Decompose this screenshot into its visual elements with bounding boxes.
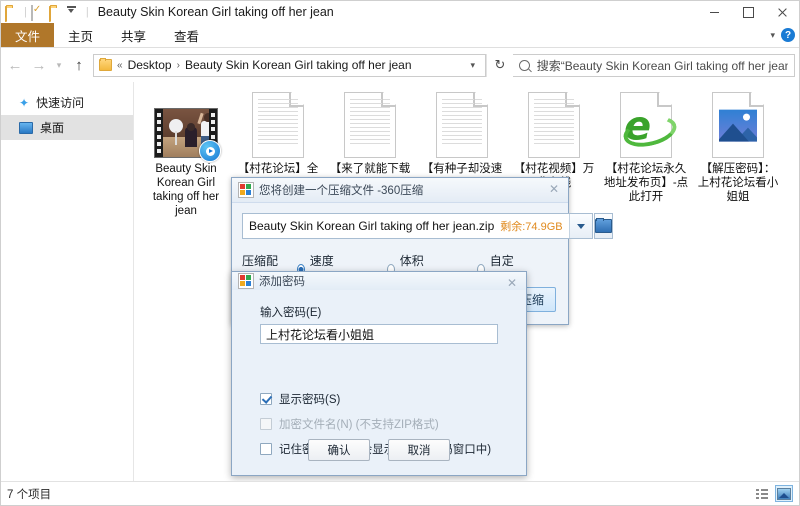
- internet-explorer-icon: e: [614, 92, 680, 158]
- navigation-pane: ✦ 快速访问 桌面: [1, 82, 134, 483]
- archive-path-dropdown[interactable]: [568, 214, 592, 238]
- file-explorer-window: | | Beauty Skin Korean Girl taking off h…: [0, 0, 800, 506]
- checkbox-label: 显示密码(S): [279, 394, 341, 406]
- details-view-button[interactable]: [753, 485, 771, 502]
- checkbox-show-password[interactable]: 显示密码(S): [260, 391, 498, 407]
- file-name: 【来了就能下载: [329, 163, 411, 175]
- maximize-button[interactable]: [731, 1, 765, 23]
- file-name: 【村花论坛永久地址发布页】-点此打开: [603, 163, 689, 203]
- tab-view[interactable]: 查看: [160, 23, 213, 47]
- tab-share[interactable]: 共享: [107, 23, 160, 47]
- ribbon-right-controls: ▾ ?: [770, 23, 795, 47]
- checkbox-encrypt-filenames: 加密文件名(N) (不支持ZIP格式): [260, 416, 498, 432]
- close-icon[interactable]: ✕: [547, 182, 561, 196]
- folder-icon: [594, 218, 612, 233]
- password-input[interactable]: 上村花论坛看小姐姐: [260, 324, 498, 344]
- add-password-dialog: 添加密码 ✕ 输入密码(E) 上村花论坛看小姐姐 显示密码(S) 加密文件名(N…: [231, 271, 527, 476]
- file-name: 【有种子却没速: [421, 163, 503, 175]
- archive-name-row: Beauty Skin Korean Girl taking off her j…: [242, 213, 593, 239]
- picture-icon: [706, 92, 770, 158]
- search-input[interactable]: 搜索“Beauty Skin Korean Girl taking off he…: [537, 57, 788, 74]
- ribbon-tabs: 文件 主页 共享 查看 ▾ ?: [1, 23, 799, 48]
- text-document-icon: [522, 92, 586, 158]
- sidebar-item-label: 桌面: [40, 121, 65, 135]
- star-icon: ✦: [19, 95, 30, 110]
- text-document-icon: [246, 92, 310, 158]
- address-bar-row: ← → ▾ ↑ « Desktop › Beauty Skin Korean G…: [1, 48, 799, 82]
- sidebar-item-desktop[interactable]: 桌面: [1, 115, 133, 140]
- browse-folder-button[interactable]: [593, 213, 613, 239]
- breadcrumb-separator: ›: [176, 59, 180, 71]
- breadcrumb-item-desktop[interactable]: Desktop: [128, 58, 172, 72]
- cancel-button[interactable]: 取消: [388, 439, 450, 461]
- play-badge-icon: [199, 140, 221, 162]
- search-box[interactable]: 搜索“Beauty Skin Korean Girl taking off he…: [513, 53, 795, 77]
- file-name: 【村花论坛】全: [237, 163, 319, 175]
- up-button[interactable]: ↑: [67, 53, 91, 77]
- recent-locations-button[interactable]: ▾: [51, 53, 67, 77]
- password-dialog-buttons: 确认 取消: [232, 439, 526, 461]
- tab-home[interactable]: 主页: [54, 23, 107, 47]
- new-folder-icon[interactable]: [48, 5, 64, 22]
- tab-file[interactable]: 文件: [1, 23, 55, 47]
- breadcrumb-root-marker[interactable]: «: [117, 60, 123, 71]
- forward-button[interactable]: →: [27, 53, 51, 77]
- compress-dialog-title: 您将创建一个压缩文件 -360压缩: [259, 185, 424, 197]
- text-document-icon: [338, 92, 402, 158]
- address-folder-icon: [99, 58, 112, 71]
- list-item[interactable]: Beauty Skin Korean Girl taking off her j…: [140, 90, 232, 218]
- properties-icon[interactable]: [30, 4, 46, 21]
- app-360-icon: [238, 182, 254, 198]
- view-mode-buttons: [753, 485, 793, 502]
- window-controls: [697, 1, 799, 23]
- password-dialog-titlebar: 添加密码 ✕: [232, 272, 526, 290]
- archive-name-input[interactable]: Beauty Skin Korean Girl taking off her j…: [243, 214, 494, 238]
- password-dialog-body: 输入密码(E) 上村花论坛看小姐姐: [232, 290, 526, 344]
- close-button[interactable]: [765, 1, 799, 23]
- ok-button[interactable]: 确认: [308, 439, 370, 461]
- folder-icon[interactable]: [5, 5, 20, 22]
- checkbox-icon: [260, 393, 272, 405]
- video-thumbnail: [154, 92, 221, 162]
- address-dropdown-icon[interactable]: ▾: [462, 60, 483, 71]
- file-name: Beauty Skin Korean Girl taking off her j…: [152, 163, 220, 217]
- free-space-label: 剩余:74.9GB: [500, 221, 563, 233]
- password-dialog-title: 添加密码: [259, 276, 305, 288]
- file-name: 【解压密码】：上村花论坛看小姐姐: [697, 163, 779, 203]
- customize-caret-icon[interactable]: [67, 5, 82, 20]
- toolbar-divider: |: [24, 6, 27, 18]
- details-view-icon: [756, 488, 768, 499]
- list-item[interactable]: e 【村花论坛永久地址发布页】-点此打开: [600, 90, 692, 218]
- minimize-button[interactable]: [697, 1, 731, 23]
- thumbnails-view-icon: [777, 487, 791, 500]
- list-item[interactable]: 【解压密码】：上村花论坛看小姐姐: [692, 90, 784, 218]
- desktop-icon: [19, 121, 33, 134]
- breadcrumb-item-folder[interactable]: Beauty Skin Korean Girl taking off her j…: [185, 58, 412, 72]
- item-count-label: 7 个项目: [7, 488, 52, 501]
- sidebar-item-quick-access[interactable]: ✦ 快速访问: [1, 90, 133, 115]
- title-bar: | | Beauty Skin Korean Girl taking off h…: [1, 1, 799, 23]
- checkbox-label: 加密文件名(N) (不支持ZIP格式): [279, 419, 439, 431]
- search-icon: [519, 59, 530, 71]
- back-button[interactable]: ←: [3, 53, 27, 77]
- text-document-icon: [430, 92, 494, 158]
- help-icon[interactable]: ?: [781, 28, 795, 42]
- quick-access-toolbar: | |: [5, 4, 90, 22]
- address-input[interactable]: « Desktop › Beauty Skin Korean Girl taki…: [93, 53, 486, 77]
- thumbnails-view-button[interactable]: [775, 485, 793, 502]
- compress-dialog-titlebar: 您将创建一个压缩文件 -360压缩 ✕: [232, 178, 568, 203]
- app-360-icon: [238, 273, 254, 289]
- breadcrumb: « Desktop › Beauty Skin Korean Girl taki…: [117, 58, 462, 72]
- window-title: Beauty Skin Korean Girl taking off her j…: [97, 5, 334, 19]
- sidebar-item-label: 快速访问: [36, 96, 85, 110]
- close-icon[interactable]: ✕: [505, 276, 519, 290]
- chevron-down-icon[interactable]: ▾: [770, 30, 775, 41]
- status-bar: 7 个项目: [1, 481, 799, 505]
- toolbar-divider-2: |: [85, 6, 89, 18]
- checkbox-icon: [260, 418, 272, 430]
- password-input-label: 输入密码(E): [260, 307, 322, 319]
- refresh-button[interactable]: ↻: [486, 53, 513, 77]
